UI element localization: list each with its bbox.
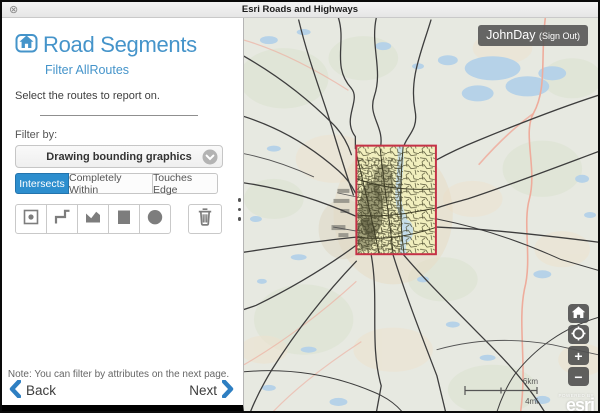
locate-button[interactable] bbox=[568, 325, 589, 344]
map-view[interactable]: JohnDay (Sign Out) + − 6km 4mi bbox=[244, 18, 598, 413]
locate-icon bbox=[571, 326, 586, 343]
spatial-filter-tabs: Intersects Completely Within Touches Edg… bbox=[15, 173, 243, 194]
chevron-left-icon bbox=[9, 380, 21, 401]
polyline-icon bbox=[52, 207, 72, 232]
zoom-in-button[interactable]: + bbox=[568, 346, 589, 365]
draw-rectangle-button[interactable] bbox=[108, 204, 140, 234]
minus-icon: − bbox=[574, 370, 582, 384]
back-label: Back bbox=[26, 383, 56, 398]
draw-toolbar bbox=[15, 204, 243, 234]
note-text: Note: You can filter by attributes on th… bbox=[2, 369, 235, 380]
map-controls: + − bbox=[568, 304, 589, 386]
filter-by-label: Filter by: bbox=[15, 129, 243, 141]
delete-graphics-button[interactable] bbox=[188, 204, 222, 234]
circle-icon bbox=[145, 207, 165, 232]
trash-icon bbox=[195, 206, 215, 232]
scale-km-label: 6km bbox=[462, 378, 538, 387]
scale-mi-label: 4mi bbox=[462, 398, 538, 407]
wizard-footer: Back Next bbox=[9, 380, 234, 401]
sign-out-link[interactable]: (Sign Out) bbox=[539, 31, 580, 41]
chevron-down-icon[interactable] bbox=[202, 149, 218, 165]
scale-bar: 6km 4mi bbox=[462, 378, 538, 407]
close-icon[interactable]: ⊗ bbox=[9, 2, 18, 18]
draw-circle-button[interactable] bbox=[139, 204, 171, 234]
powered-by-label: POWERED BY bbox=[558, 393, 594, 398]
road-segments-panel: Road Segments Filter AllRoutes Select th… bbox=[2, 18, 244, 413]
title-bar: ⊗ Esri Roads and Highways bbox=[2, 2, 598, 18]
draw-polygon-button[interactable] bbox=[77, 204, 109, 234]
next-button[interactable]: Next bbox=[189, 380, 234, 401]
polygon-icon bbox=[83, 207, 103, 232]
next-label: Next bbox=[189, 383, 217, 398]
esri-attribution: POWERED BY esri bbox=[558, 393, 594, 412]
scale-bar-line bbox=[464, 386, 538, 395]
tab-intersects[interactable]: Intersects bbox=[15, 173, 69, 194]
esri-logo: esri bbox=[558, 398, 594, 412]
zoom-out-button[interactable]: − bbox=[568, 367, 589, 386]
window-title: Esri Roads and Highways bbox=[242, 4, 358, 15]
map-canvas[interactable] bbox=[244, 18, 598, 413]
chevron-right-icon bbox=[222, 380, 234, 401]
point-icon bbox=[21, 207, 41, 232]
plus-icon: + bbox=[574, 349, 582, 363]
instruction-text: Select the routes to report on. bbox=[15, 90, 243, 102]
rectangle-icon bbox=[114, 207, 134, 232]
home-extent-button[interactable] bbox=[568, 304, 589, 323]
draw-polyline-button[interactable] bbox=[46, 204, 78, 234]
user-name: JohnDay bbox=[486, 28, 535, 42]
user-account-button[interactable]: JohnDay (Sign Out) bbox=[478, 25, 588, 46]
tab-touches-edge[interactable]: Touches Edge bbox=[152, 173, 218, 194]
filter-method-dropdown[interactable]: Drawing bounding graphics bbox=[15, 145, 223, 168]
panel-subtitle: Filter AllRoutes bbox=[45, 63, 243, 77]
home-icon bbox=[571, 306, 586, 321]
dropdown-value: Drawing bounding graphics bbox=[46, 151, 191, 163]
page-title: Road Segments bbox=[43, 32, 197, 58]
panel-resize-handle[interactable] bbox=[238, 198, 242, 221]
draw-point-button[interactable] bbox=[15, 204, 47, 234]
back-button[interactable]: Back bbox=[9, 380, 56, 401]
app-window: ⊗ Esri Roads and Highways Road Segments … bbox=[0, 0, 600, 413]
divider bbox=[40, 115, 198, 116]
home-icon bbox=[15, 31, 38, 58]
selection-graphic bbox=[355, 146, 437, 256]
tab-completely-within[interactable]: Completely Within bbox=[68, 173, 153, 194]
